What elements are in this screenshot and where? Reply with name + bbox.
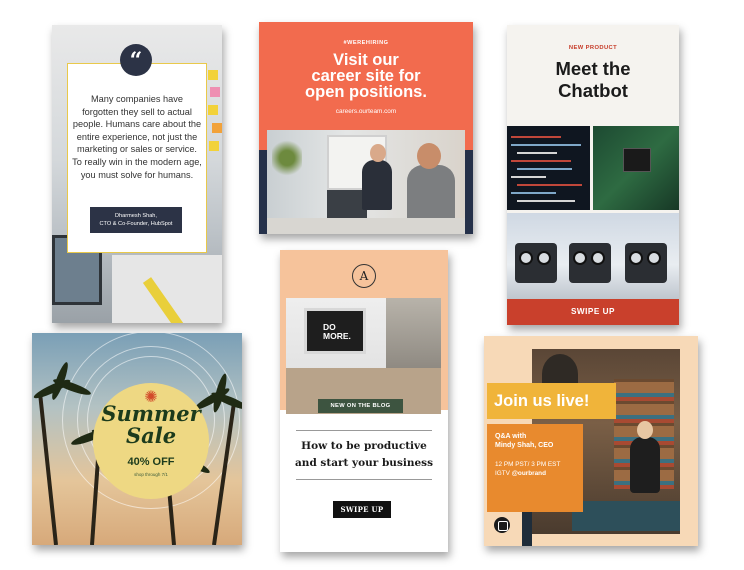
event-time: 12 PM PST/ 3 PM EST xyxy=(495,461,561,468)
live-headline: Join us live! xyxy=(487,383,616,419)
igtv-icon xyxy=(494,517,510,533)
plant-detail xyxy=(272,138,302,178)
template-gallery: “ Many companies have forgotten they sel… xyxy=(0,0,744,570)
computer-monitor: DO MORE. xyxy=(304,308,366,354)
summer-sale-post-card[interactable]: ✺ Summer Sale 40% OFF shop through 7/1 xyxy=(32,333,242,545)
workspace-photo: DO MORE. xyxy=(286,298,441,414)
title-line: Chatbot xyxy=(558,80,628,101)
brand-handle: @ourbrand xyxy=(511,470,546,477)
chip-detail xyxy=(623,148,651,172)
event-schedule: 12 PM PST/ 3 PM EST IGTV @ourbrand xyxy=(495,460,583,478)
blog-tag: NEW ON THE BLOG xyxy=(318,399,403,413)
sale-title: Summer Sale xyxy=(93,403,209,447)
robots-photo xyxy=(507,213,679,299)
robot-figure xyxy=(569,243,611,283)
sale-title-line: Summer xyxy=(101,401,201,426)
shelf-detail xyxy=(386,298,441,368)
brand-logo: A xyxy=(352,264,376,288)
blog-title-line: How to be productive xyxy=(301,440,427,452)
blog-title: How to be productive and start your busi… xyxy=(288,438,440,472)
hashtag-label: #WEREHIRING xyxy=(343,40,389,46)
person-figure xyxy=(362,144,392,210)
headline-line: open positions. xyxy=(305,83,427,101)
divider xyxy=(296,479,432,480)
swipe-up-button[interactable]: SWIPE UP xyxy=(507,299,679,325)
career-url: careers.ourteam.com xyxy=(335,108,397,115)
discount-label: 40% OFF xyxy=(127,456,175,468)
hiring-post-card[interactable]: #WEREHIRING Visit our career site for op… xyxy=(259,22,473,234)
person-figure xyxy=(630,421,660,493)
robot-figure xyxy=(625,243,667,283)
author-name: Dharmesh Shah, xyxy=(115,213,157,219)
code-screen-photo xyxy=(507,126,590,210)
navy-frame-left xyxy=(259,150,267,234)
live-event-post-card[interactable]: Join us live! Q&A with Mindy Shah, CEO 1… xyxy=(484,336,698,546)
quote-post-card[interactable]: “ Many companies have forgotten they sel… xyxy=(52,25,222,323)
office-workers-photo xyxy=(267,130,465,234)
accent-bar xyxy=(522,511,532,546)
monitor-text: DO MORE. xyxy=(323,323,351,341)
swipe-up-button[interactable]: SWIPE UP xyxy=(333,501,391,518)
author-title: CTO & Co-Founder, HubSpot xyxy=(99,221,173,227)
divider xyxy=(296,430,432,431)
blog-title-line: and start your business xyxy=(295,457,433,469)
hiring-headline: Visit our career site for open positions… xyxy=(259,51,473,101)
blog-post-card[interactable]: A DO MORE. NEW ON THE BLOG How to be pro… xyxy=(280,250,448,552)
laptop-detail xyxy=(327,190,367,218)
eyebrow-label: NEW PRODUCT xyxy=(568,45,618,51)
chatbot-title: Meet the Chatbot xyxy=(507,58,679,102)
fine-print: shop through 7/1 xyxy=(134,472,168,477)
desk-detail xyxy=(267,218,465,234)
headline-line: Visit our xyxy=(333,51,399,69)
quote-text: Many companies have forgotten they sell … xyxy=(72,94,202,180)
rug-detail xyxy=(572,501,680,531)
robot-figure xyxy=(515,243,557,283)
navy-frame-right xyxy=(465,150,473,234)
headline-line: career site for xyxy=(311,67,421,85)
chatbot-post-card[interactable]: NEW PRODUCT Meet the Chatbot SWIPE UP xyxy=(507,25,679,325)
qa-line: Mindy Shah, CEO xyxy=(495,442,554,449)
event-platform: IGTV @ourbrand xyxy=(495,469,583,478)
qa-line: Q&A with xyxy=(495,433,527,440)
title-line: Meet the xyxy=(555,58,631,79)
palm-trunk xyxy=(38,393,58,545)
quote-author-badge: Dharmesh Shah, CTO & Co-Founder, HubSpot xyxy=(90,207,182,233)
quote-icon: “ xyxy=(120,44,152,76)
platform-name: IGTV xyxy=(495,470,510,477)
circuit-board-photo xyxy=(593,126,679,210)
event-info-box: Q&A with Mindy Shah, CEO 12 PM PST/ 3 PM… xyxy=(487,424,583,512)
monitor-text-line: MORE. xyxy=(323,331,351,341)
qa-host: Q&A with Mindy Shah, CEO xyxy=(495,432,583,450)
sale-title-line: Sale xyxy=(125,423,177,448)
